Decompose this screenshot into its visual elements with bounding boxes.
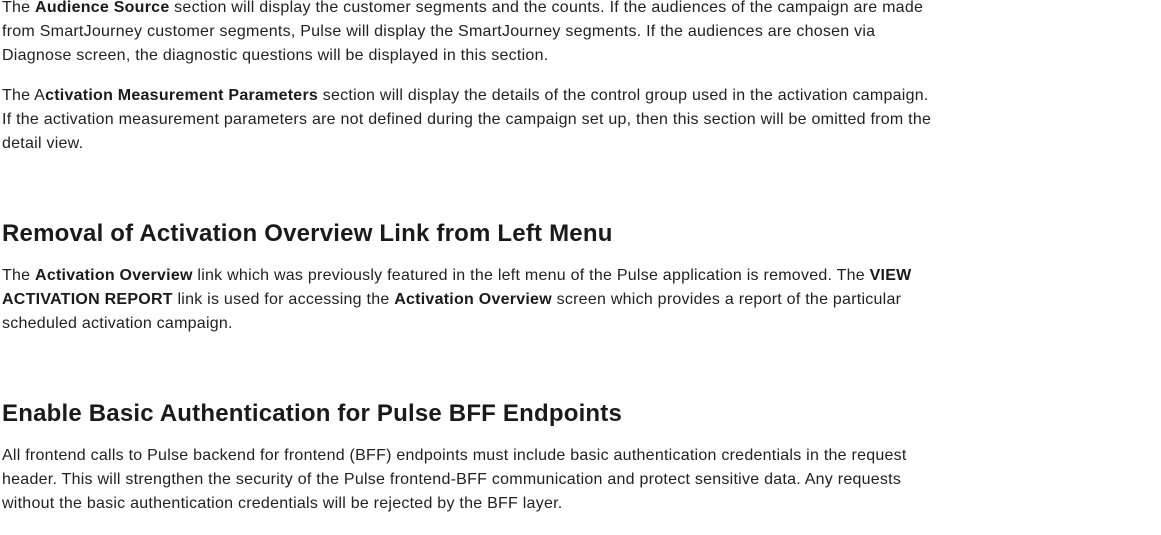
audience-source-paragraph: The Audience Source section will display…: [2, 0, 942, 68]
auth-paragraph: All frontend calls to Pulse backend for …: [2, 447, 907, 512]
text-run: The: [2, 0, 36, 16]
removal-paragraph: The Activation Overview link which was p…: [2, 264, 942, 336]
text-run: The A: [2, 87, 46, 104]
text-run: link is used for accessing the: [172, 291, 395, 308]
text-run: link which was previously featured in th…: [192, 267, 870, 284]
auth-heading: Enable Basic Authentication for Pulse BF…: [2, 400, 623, 427]
bold-term-audience-source: Audience Source: [35, 0, 170, 16]
bold-term-activation-parameters: ctivation Measurement Parameters: [45, 87, 319, 104]
activation-parameters-paragraph: The Activation Measurement Parameters se…: [2, 84, 942, 156]
bold-term-activation-overview-screen: Activation Overview: [394, 291, 552, 308]
removal-heading: Removal of Activation Overview Link from…: [2, 220, 613, 247]
article-content: The Audience Source section will display…: [2, 0, 942, 516]
text-run: The: [2, 267, 36, 284]
bold-term-activation-overview: Activation Overview: [35, 267, 193, 284]
